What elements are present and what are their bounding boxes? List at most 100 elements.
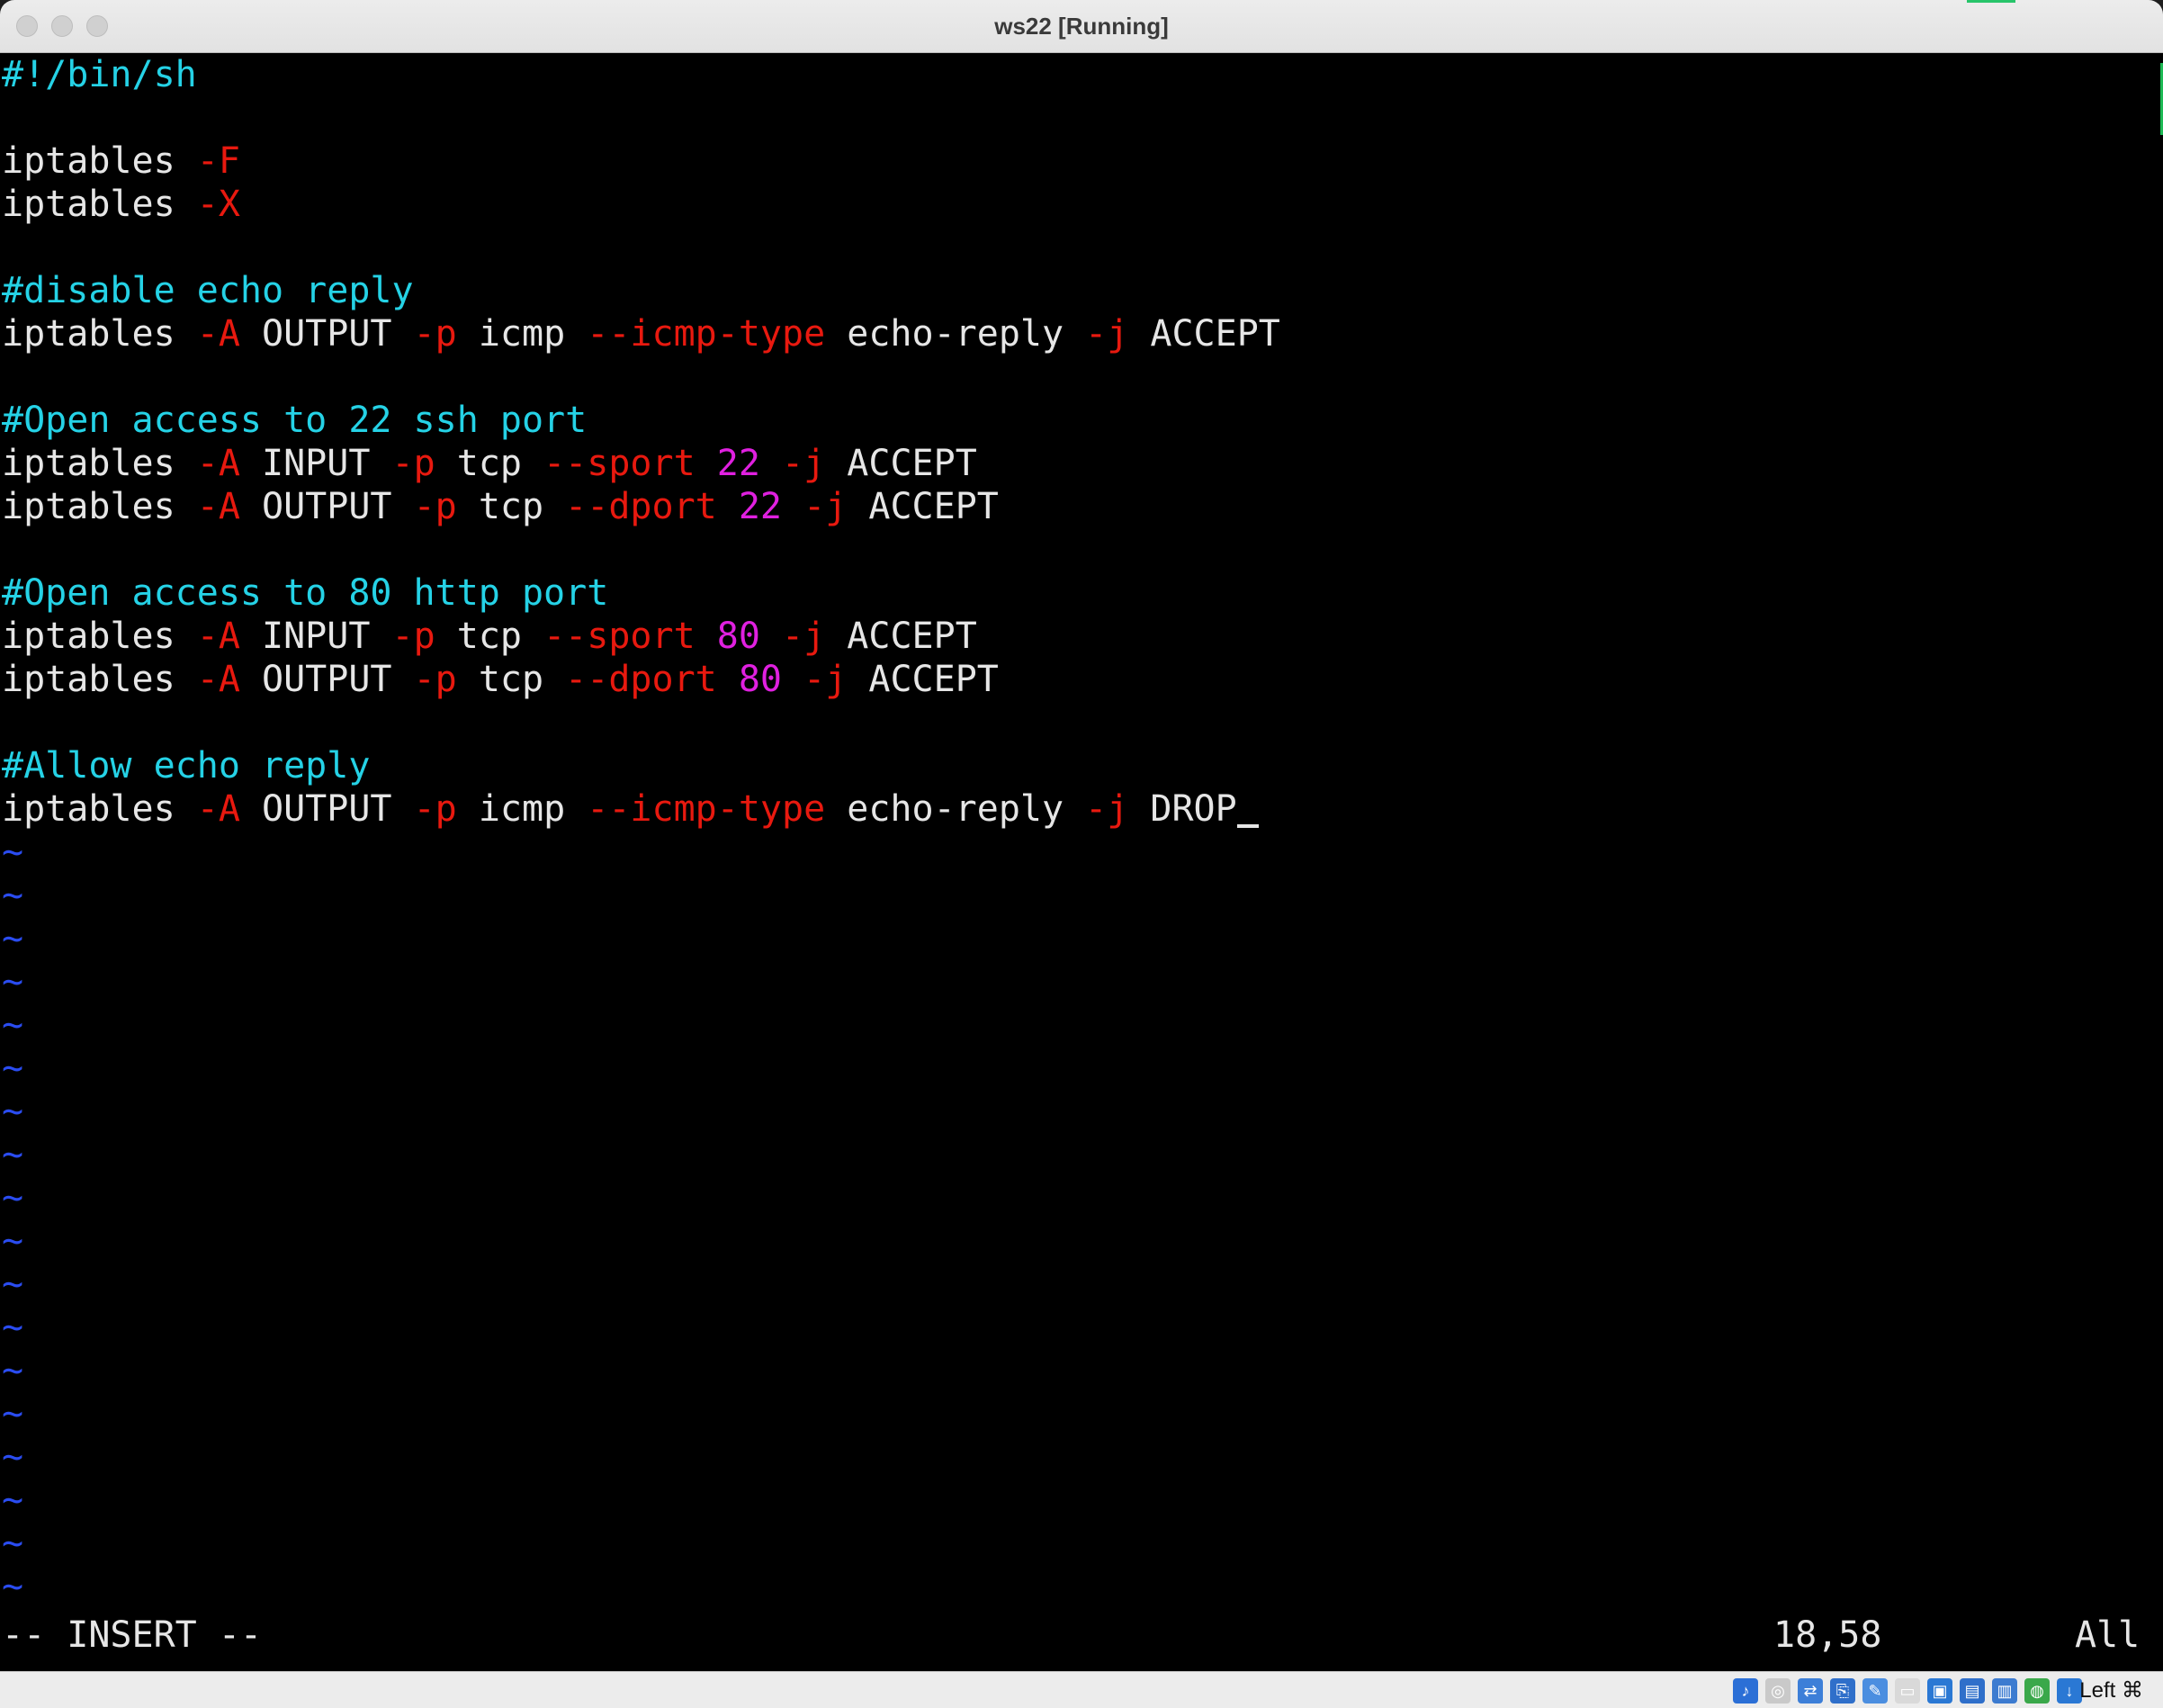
- empty-line-marker: ~: [2, 1350, 24, 1391]
- editor-line[interactable]: #disable echo reply: [2, 269, 414, 312]
- code-text: ACCEPT: [847, 659, 999, 700]
- code-text: OUTPUT: [239, 788, 414, 830]
- editor-line[interactable]: iptables -A OUTPUT -p tcp --dport 22 -j …: [2, 485, 999, 528]
- code-option: -p: [391, 443, 435, 484]
- code-text: icmp: [456, 788, 588, 830]
- empty-line-marker: ~: [2, 1307, 24, 1348]
- code-option: --sport: [543, 616, 696, 657]
- code-text: ACCEPT: [1128, 313, 1280, 355]
- editor-line[interactable]: iptables -F: [2, 139, 240, 183]
- code-option: -j: [782, 443, 826, 484]
- code-option: -p: [413, 788, 457, 830]
- editor-line[interactable]: iptables -A INPUT -p tcp --sport 80 -j A…: [2, 615, 977, 658]
- editor-line[interactable]: iptables -A OUTPUT -p tcp --dport 80 -j …: [2, 658, 999, 701]
- code-text: echo-reply: [825, 788, 1086, 830]
- editor-line[interactable]: #Allow echo reply: [2, 744, 370, 787]
- code-text: iptables: [2, 184, 197, 225]
- audio-icon[interactable]: ♪: [1733, 1678, 1758, 1704]
- code-option: -A: [196, 443, 240, 484]
- editor-line[interactable]: iptables -X: [2, 183, 240, 226]
- code-option: -A: [196, 788, 240, 830]
- code-text: tcp: [435, 443, 544, 484]
- code-option: -j: [782, 616, 826, 657]
- screen-capture-icon[interactable]: ▣: [1927, 1678, 1952, 1704]
- code-comment: #Open access to 80 http port: [2, 572, 609, 614]
- display-icon[interactable]: ▭: [1895, 1678, 1920, 1704]
- download-icon[interactable]: ↓: [2057, 1678, 2082, 1704]
- code-text: iptables: [2, 486, 197, 527]
- empty-line-marker: ~: [2, 1004, 24, 1046]
- code-option: --icmp-type: [587, 313, 826, 355]
- code-text: tcp: [456, 486, 566, 527]
- code-option: --dport: [565, 659, 717, 700]
- empty-line-marker: ~: [2, 918, 24, 959]
- code-text: iptables: [2, 313, 197, 355]
- empty-line-marker: ~: [2, 1523, 24, 1564]
- code-option: -j: [1085, 788, 1129, 830]
- code-comment: #disable echo reply: [2, 270, 414, 311]
- empty-line-marker: ~: [2, 1047, 24, 1089]
- empty-line-marker: ~: [2, 1177, 24, 1218]
- cursor-position: 18,58: [1773, 1614, 1882, 1656]
- editor-line[interactable]: #Open access to 22 ssh port: [2, 399, 587, 442]
- editor-line[interactable]: iptables -A OUTPUT -p icmp --icmp-type e…: [2, 312, 1280, 355]
- title-bar[interactable]: ws22 [Running]: [0, 0, 2163, 53]
- cpu-icon[interactable]: ▥: [1992, 1678, 2017, 1704]
- code-text: iptables: [2, 659, 197, 700]
- code-number: 80: [716, 616, 760, 657]
- code-text: ACCEPT: [825, 443, 977, 484]
- code-option: -X: [196, 184, 240, 225]
- code-option: -p: [413, 313, 457, 355]
- code-option: -j: [1085, 313, 1129, 355]
- host-key-label: Left ⌘: [2079, 1678, 2143, 1703]
- code-text: tcp: [456, 659, 566, 700]
- globe-icon[interactable]: ◍: [2024, 1678, 2050, 1704]
- text-cursor: [1236, 824, 1259, 828]
- code-option: --dport: [565, 486, 717, 527]
- code-comment: #Allow echo reply: [2, 745, 371, 787]
- code-option: -j: [803, 659, 848, 700]
- code-text: iptables: [2, 140, 197, 182]
- code-text: OUTPUT: [239, 486, 414, 527]
- empty-line-marker: ~: [2, 1091, 24, 1132]
- code-text: ACCEPT: [825, 616, 977, 657]
- code-number: 22: [738, 486, 783, 527]
- vm-status-bar: ♪ ◎ ⇄ ⎘ ✎ ▭ ▣ ▤ ▥ ◍ ↓ Left ⌘: [0, 1671, 2163, 1708]
- scroll-position: All: [2075, 1614, 2141, 1656]
- optical-drive-icon[interactable]: ◎: [1765, 1678, 1791, 1704]
- empty-line-marker: ~: [2, 832, 24, 873]
- code-text: OUTPUT: [239, 313, 414, 355]
- empty-line-marker: ~: [2, 1134, 24, 1175]
- code-text: iptables: [2, 788, 197, 830]
- vim-editor[interactable]: -- INSERT -- 18,58 All #!/bin/sh iptables…: [0, 53, 2163, 1671]
- code-option: -p: [413, 486, 457, 527]
- empty-line-marker: ~: [2, 875, 24, 916]
- code-option: -j: [803, 486, 848, 527]
- window-title: ws22 [Running]: [994, 13, 1169, 40]
- editor-line[interactable]: #!/bin/sh: [2, 53, 197, 96]
- code-option: --icmp-type: [587, 788, 826, 830]
- code-option: -A: [196, 313, 240, 355]
- editor-line[interactable]: #Open access to 80 http port: [2, 571, 608, 615]
- shared-folder-icon[interactable]: ✎: [1862, 1678, 1888, 1704]
- code-text: INPUT: [239, 616, 392, 657]
- code-text: iptables: [2, 443, 197, 484]
- code-text: icmp: [456, 313, 588, 355]
- usb-icon[interactable]: ⎘: [1830, 1678, 1855, 1704]
- code-option: -p: [391, 616, 435, 657]
- editor-line[interactable]: iptables -A OUTPUT -p icmp --icmp-type e…: [2, 787, 1259, 831]
- network-icon[interactable]: ⇄: [1798, 1678, 1823, 1704]
- vm-window: ws22 [Running] -- INSERT -- 18,58 All #!…: [0, 0, 2163, 1708]
- code-option: -A: [196, 616, 240, 657]
- empty-line-marker: ~: [2, 1220, 24, 1262]
- code-comment: #Open access to 22 ssh port: [2, 400, 588, 441]
- vm-window-icon[interactable]: ▤: [1960, 1678, 1985, 1704]
- editor-line[interactable]: iptables -A INPUT -p tcp --sport 22 -j A…: [2, 442, 977, 485]
- empty-line-marker: ~: [2, 1436, 24, 1478]
- code-option: -p: [413, 659, 457, 700]
